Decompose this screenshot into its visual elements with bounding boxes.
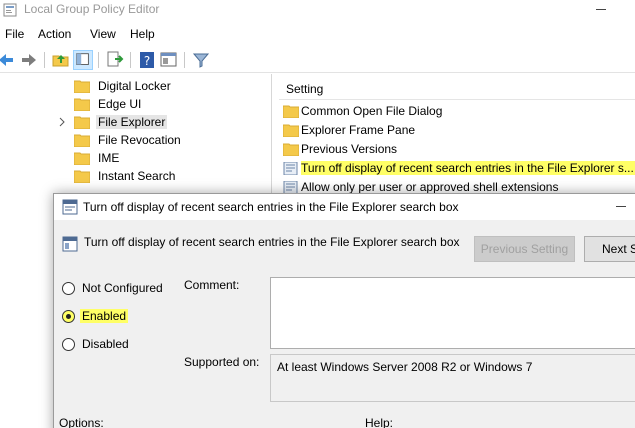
forward-arrow-icon[interactable]	[19, 50, 39, 70]
tree-item-label: Instant Search	[98, 169, 176, 183]
folder-icon	[283, 124, 299, 137]
radio-indicator[interactable]	[62, 282, 75, 295]
folder-icon	[74, 152, 90, 165]
group-policy-app-icon	[3, 3, 17, 17]
list-item-common-open-file-dialog[interactable]: Common Open File Dialog	[283, 103, 635, 121]
supported-on-label: Supported on:	[184, 355, 260, 369]
radio-indicator[interactable]	[62, 310, 75, 323]
menu-bar: File Action View Help	[0, 24, 635, 44]
next-setting-button[interactable]: Next S	[584, 236, 635, 262]
tree-item-label: Digital Locker	[98, 79, 171, 93]
show-hide-tree-icon[interactable]	[73, 50, 93, 70]
menu-file[interactable]: File	[5, 27, 24, 41]
supported-on-field: At least Windows Server 2008 R2 or Windo…	[270, 354, 635, 402]
properties-view-icon[interactable]	[159, 50, 179, 70]
help-label: Help:	[365, 416, 394, 428]
minimize-button[interactable]	[586, 0, 616, 18]
tree-item-label: File Explorer	[96, 115, 168, 129]
list-item-label: Allow only per user or approved shell ex…	[301, 180, 559, 194]
folder-icon	[283, 143, 299, 156]
radio-label: Not Configured	[82, 281, 163, 295]
options-label: Options:	[59, 416, 104, 428]
folder-icon	[283, 105, 299, 118]
filter-icon[interactable]	[191, 50, 211, 70]
radio-indicator[interactable]	[62, 338, 75, 351]
list-item-previous-versions[interactable]: Previous Versions	[283, 141, 635, 159]
back-arrow-icon[interactable]	[0, 50, 16, 70]
setting-header-icon	[62, 236, 78, 252]
comment-label: Comment:	[184, 278, 240, 292]
list-item-label: Common Open File Dialog	[301, 104, 443, 118]
previous-setting-button[interactable]: Previous Setting	[474, 236, 575, 262]
policy-setting-dialog: Turn off display of recent search entrie…	[53, 193, 635, 428]
folder-icon	[74, 80, 90, 93]
policy-setting-icon	[62, 199, 78, 215]
tree-item-label: Edge UI	[98, 97, 142, 111]
chevron-right-icon[interactable]	[57, 117, 67, 127]
setting-header-text: Turn off display of recent search entrie…	[84, 235, 460, 249]
policy-setting-icon	[283, 162, 298, 175]
column-header-setting[interactable]: Setting	[279, 74, 635, 100]
folder-icon	[74, 170, 90, 183]
folder-icon	[74, 134, 90, 147]
list-item-label: Previous Versions	[301, 142, 398, 156]
list-item-label: Explorer Frame Pane	[301, 123, 416, 137]
dialog-minimize-button[interactable]	[616, 206, 626, 207]
help-icon[interactable]: ?	[137, 50, 157, 70]
up-folder-icon[interactable]	[51, 50, 71, 70]
export-list-icon[interactable]	[105, 50, 125, 70]
supported-on-value: At least Windows Server 2008 R2 or Windo…	[277, 360, 533, 374]
tree-item-label: File Revocation	[98, 133, 181, 147]
title-bar: Local Group Policy Editor	[0, 0, 635, 22]
list-item-turn-off-recent-search[interactable]: Turn off display of recent search entrie…	[283, 160, 635, 178]
dialog-title-bar: Turn off display of recent search entrie…	[54, 194, 635, 220]
radio-label: Disabled	[82, 337, 129, 351]
list-item-label: Turn off display of recent search entrie…	[301, 161, 635, 175]
radio-label: Enabled	[80, 309, 129, 323]
window-title: Local Group Policy Editor	[24, 2, 160, 16]
dialog-title: Turn off display of recent search entrie…	[83, 200, 459, 214]
toolbar: ?	[0, 47, 635, 73]
comment-field[interactable]	[270, 277, 635, 349]
menu-action[interactable]: Action	[38, 27, 71, 41]
svg-text:?: ?	[144, 54, 150, 68]
folder-icon	[74, 98, 90, 111]
folder-icon	[74, 116, 90, 129]
list-item-explorer-frame-pane[interactable]: Explorer Frame Pane	[283, 122, 635, 140]
tree-item-label: IME	[98, 151, 120, 165]
menu-view[interactable]: View	[90, 27, 116, 41]
menu-help[interactable]: Help	[130, 27, 155, 41]
